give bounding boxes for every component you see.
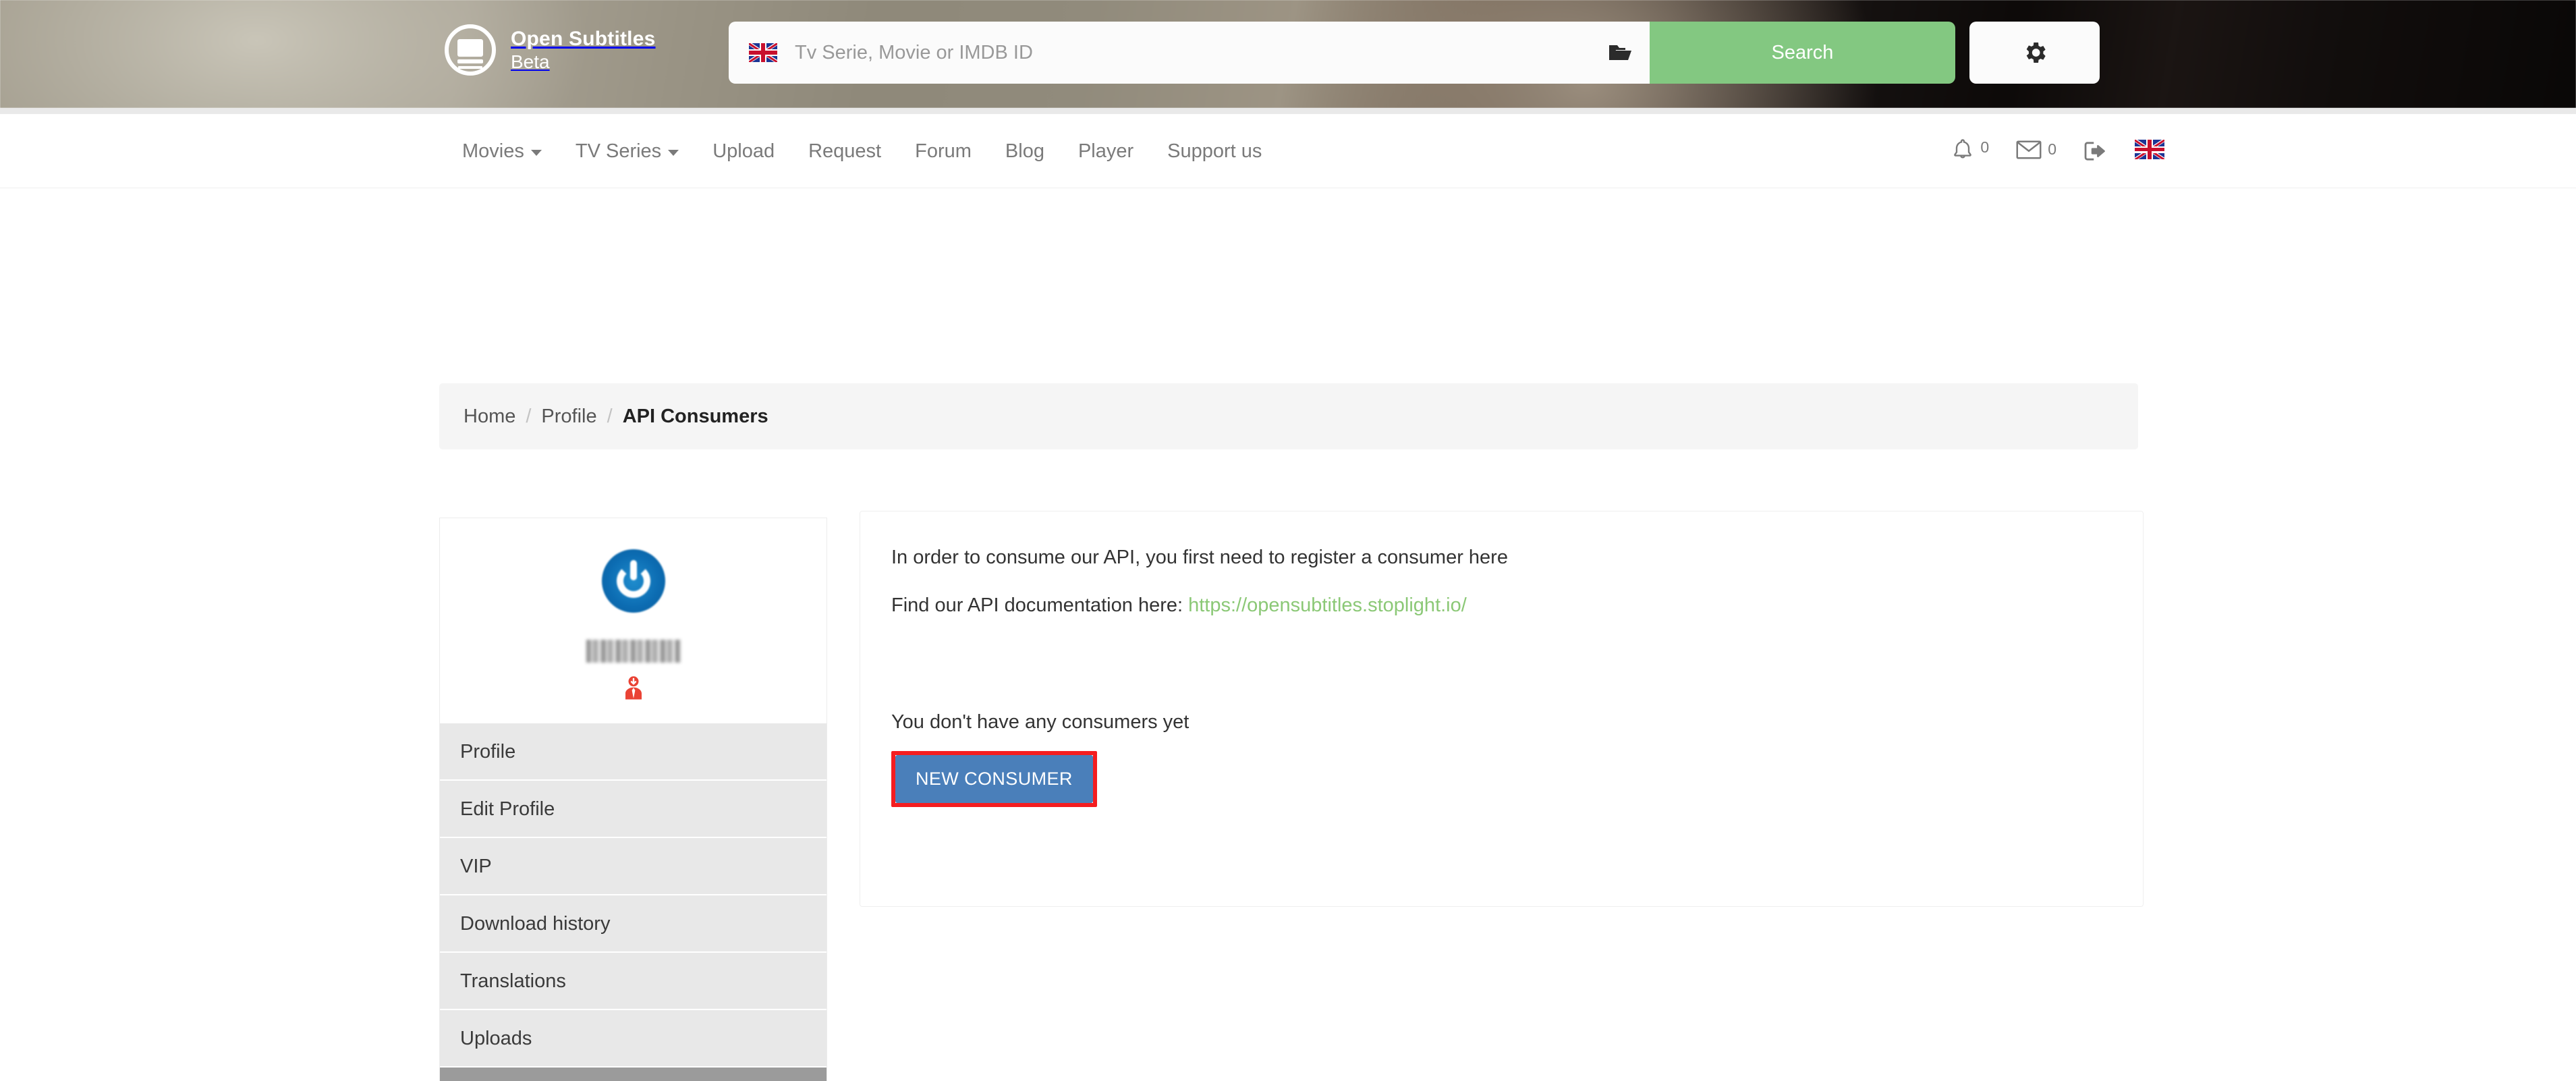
breadcrumb-item-api-consumers: API Consumers xyxy=(622,405,768,427)
logo-text: Open Subtitles Beta xyxy=(511,27,656,73)
nav-item-blog[interactable]: Blog xyxy=(988,140,1061,163)
nav-item-movies[interactable]: Movies xyxy=(445,140,559,163)
folder-open-icon[interactable] xyxy=(1608,43,1632,63)
nav-user-actions: 0 0 xyxy=(1924,114,2164,188)
downloader-user-icon xyxy=(622,676,645,700)
nav-item-support-us[interactable]: Support us xyxy=(1150,140,1279,163)
gear-icon[interactable] xyxy=(1969,22,2100,84)
messages-count: 0 xyxy=(2048,140,2056,158)
chevron-down-icon xyxy=(530,149,542,156)
empty-state-message: You don't have any consumers yet xyxy=(891,711,1189,733)
bell-icon xyxy=(1951,138,1974,165)
avatar[interactable] xyxy=(601,549,665,613)
nav-links: Movies TV Series Upload Request Forum Bl… xyxy=(445,114,1279,188)
header-divider-strip xyxy=(0,108,2576,114)
sidebar-menu: Profile Edit Profile VIP Download histor… xyxy=(439,723,827,1081)
sidebar-item-translations[interactable]: Translations xyxy=(440,953,827,1010)
sidebar-item-edit-profile[interactable]: Edit Profile xyxy=(440,781,827,838)
search-box[interactable] xyxy=(729,22,1650,84)
envelope-icon xyxy=(2016,140,2042,163)
logout-icon[interactable] xyxy=(2083,140,2108,162)
notifications-count: 0 xyxy=(1980,138,1990,156)
language-selector[interactable] xyxy=(2135,140,2164,163)
main-navbar: Movies TV Series Upload Request Forum Bl… xyxy=(0,114,2576,188)
uk-flag-icon[interactable] xyxy=(749,43,777,62)
logo-subtitle: Beta xyxy=(511,51,550,73)
breadcrumb-item-home[interactable]: Home xyxy=(464,406,515,428)
documentation-line: Find our API documentation here: https:/… xyxy=(891,594,2112,617)
new-consumer-highlight: NEW CONSUMER xyxy=(891,751,1097,807)
profile-sidebar: Profile Edit Profile VIP Download histor… xyxy=(439,518,827,1081)
site-header: Open Subtitles Beta Tv Serie, Movie or I… xyxy=(0,0,2576,108)
intro-text: In order to consume our API, you first n… xyxy=(891,547,1508,568)
subtitle-screen-icon xyxy=(445,24,496,76)
sidebar-item-api-consumers[interactable]: API consumers xyxy=(440,1068,827,1081)
nav-item-label: TV Series xyxy=(575,140,662,162)
chevron-down-icon xyxy=(668,149,679,156)
sidebar-item-download-history[interactable]: Download history xyxy=(440,895,827,953)
profile-card xyxy=(439,518,827,723)
api-consumers-panel: In order to consume our API, you first n… xyxy=(860,511,2144,907)
nav-item-upload[interactable]: Upload xyxy=(696,140,791,163)
search-button[interactable]: Search xyxy=(1650,22,1955,84)
sidebar-item-vip[interactable]: VIP xyxy=(440,838,827,895)
notifications-button[interactable]: 0 xyxy=(1951,138,1989,165)
search-input[interactable] xyxy=(795,41,1590,64)
search-group: Search xyxy=(729,22,2100,84)
api-documentation-link[interactable]: https://opensubtitles.stoplight.io/ xyxy=(1188,594,1467,616)
breadcrumb-separator: / xyxy=(607,405,613,427)
nav-item-tv-series[interactable]: TV Series xyxy=(559,140,696,163)
site-logo[interactable]: Open Subtitles Beta xyxy=(445,24,656,76)
nav-item-forum[interactable]: Forum xyxy=(898,140,988,163)
new-consumer-button[interactable]: NEW CONSUMER xyxy=(895,755,1093,803)
nav-item-request[interactable]: Request xyxy=(791,140,898,163)
sidebar-item-uploads[interactable]: Uploads xyxy=(440,1010,827,1068)
uk-flag-icon xyxy=(2135,140,2164,159)
nav-item-label: Movies xyxy=(462,140,524,162)
nav-item-player[interactable]: Player xyxy=(1061,140,1150,163)
breadcrumb-separator: / xyxy=(526,405,532,427)
username-label xyxy=(586,640,681,663)
breadcrumb-item-profile[interactable]: Profile xyxy=(541,406,596,428)
messages-button[interactable]: 0 xyxy=(2016,140,2056,163)
logo-title: Open Subtitles xyxy=(511,27,656,50)
breadcrumb: Home / Profile / API Consumers xyxy=(439,383,2138,449)
documentation-prefix: Find our API documentation here: xyxy=(891,594,1183,616)
sidebar-item-profile[interactable]: Profile xyxy=(440,723,827,781)
